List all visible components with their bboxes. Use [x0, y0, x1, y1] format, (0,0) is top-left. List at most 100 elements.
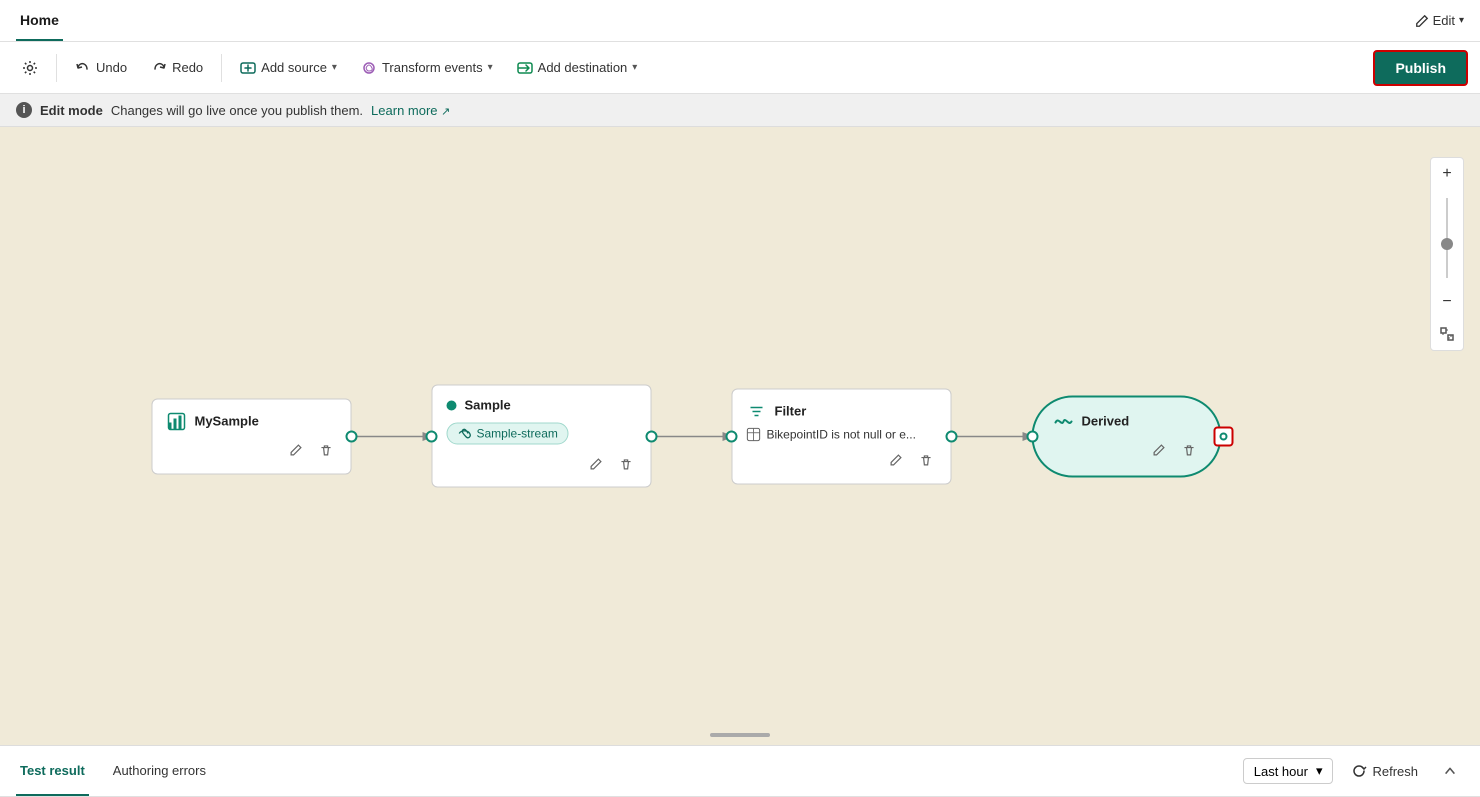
- add-destination-button[interactable]: Add destination ▾: [507, 54, 648, 82]
- canvas-scrollbar[interactable]: [710, 733, 770, 737]
- transform-chevron-icon: ▾: [488, 62, 493, 73]
- fit-view-button[interactable]: [1431, 318, 1463, 350]
- flow-container: MySample: [152, 385, 1222, 488]
- add-source-icon: [240, 60, 256, 76]
- node-sample-title: Sample: [465, 398, 511, 413]
- canvas[interactable]: + −: [0, 127, 1480, 745]
- node-mysample-title: MySample: [195, 414, 259, 429]
- add-destination-label: Add destination: [538, 60, 628, 75]
- refresh-button[interactable]: Refresh: [1341, 759, 1428, 783]
- zoom-in-button[interactable]: +: [1431, 158, 1463, 190]
- tab-bar: Home Edit ▾: [0, 0, 1480, 42]
- tab-authoring-errors[interactable]: Authoring errors: [109, 746, 210, 796]
- bottom-right-controls: Last hour ▾ Refresh: [1243, 757, 1464, 785]
- add-destination-icon: [517, 60, 533, 76]
- sample-dot-icon: [447, 400, 457, 410]
- redo-label: Redo: [172, 60, 203, 75]
- add-source-chevron-icon: ▾: [332, 62, 337, 73]
- zoom-in-label: +: [1442, 165, 1451, 183]
- pencil-icon: [1415, 14, 1429, 28]
- edit-button[interactable]: Edit ▾: [1415, 13, 1464, 28]
- zoom-thumb[interactable]: [1441, 238, 1453, 250]
- collapse-button[interactable]: [1436, 757, 1464, 785]
- external-link-icon: ↗: [441, 106, 450, 118]
- filter-port-out[interactable]: [946, 430, 958, 442]
- trash-icon: [619, 457, 632, 470]
- sample-stream-badge: Sample-stream: [447, 423, 569, 445]
- node-derived-title: Derived: [1082, 414, 1130, 429]
- edit-mode-label: Edit mode: [40, 103, 103, 118]
- pencil-icon: [1152, 444, 1165, 457]
- filter-condition-text: BikepointID is not null or e...: [767, 427, 916, 441]
- filter-port-in[interactable]: [726, 430, 738, 442]
- time-select[interactable]: Last hour ▾: [1243, 758, 1334, 784]
- undo-button[interactable]: Undo: [65, 54, 137, 82]
- learn-more-link[interactable]: Learn more ↗: [371, 103, 450, 118]
- node-filter[interactable]: Filter BikepointID is not null or e...: [732, 388, 952, 484]
- connector-1-svg: [352, 426, 432, 446]
- transform-events-button[interactable]: Transform events ▾: [351, 54, 503, 82]
- zoom-slider-container: [1446, 190, 1448, 286]
- gear-icon: [22, 60, 38, 76]
- settings-button[interactable]: [12, 54, 48, 82]
- mysample-port-out[interactable]: [346, 430, 358, 442]
- delete-derived-button[interactable]: [1178, 439, 1200, 461]
- zoom-out-button[interactable]: −: [1431, 286, 1463, 318]
- sample-port-out[interactable]: [646, 430, 658, 442]
- node-derived[interactable]: Derived: [1032, 395, 1222, 477]
- fit-icon: [1439, 326, 1455, 342]
- pencil-icon: [889, 454, 902, 467]
- info-icon: i: [16, 102, 32, 118]
- zoom-out-label: −: [1442, 293, 1451, 311]
- node-mysample-actions: [167, 439, 337, 461]
- time-chevron-icon: ▾: [1316, 763, 1323, 779]
- add-source-button[interactable]: Add source ▾: [230, 54, 347, 82]
- edit-derived-button[interactable]: [1148, 439, 1170, 461]
- edit-button-label: Edit: [1433, 13, 1455, 28]
- derived-port-in[interactable]: [1027, 430, 1039, 442]
- tab-home[interactable]: Home: [16, 0, 63, 41]
- connector-3-svg: [952, 426, 1032, 446]
- transform-events-label: Transform events: [382, 60, 483, 75]
- node-mysample-header: MySample: [167, 411, 337, 431]
- node-mysample[interactable]: MySample: [152, 398, 352, 474]
- edit-filter-button[interactable]: [885, 449, 907, 471]
- delete-mysample-button[interactable]: [315, 439, 337, 461]
- derived-port-out-red[interactable]: [1214, 426, 1234, 446]
- wave-icon: [1054, 411, 1074, 431]
- undo-icon: [75, 60, 91, 76]
- delete-filter-button[interactable]: [915, 449, 937, 471]
- sample-port-in[interactable]: [426, 430, 438, 442]
- tab-test-result-label: Test result: [20, 763, 85, 778]
- edit-sample-button[interactable]: [585, 453, 607, 475]
- learn-more-label: Learn more: [371, 103, 437, 118]
- node-filter-title: Filter: [775, 404, 807, 419]
- chart-icon: [167, 411, 187, 431]
- tab-home-label: Home: [20, 12, 59, 28]
- zoom-controls: + −: [1430, 157, 1464, 351]
- publish-label: Publish: [1395, 60, 1446, 76]
- node-sample[interactable]: Sample Sample-stream: [432, 385, 652, 488]
- redo-button[interactable]: Redo: [141, 54, 213, 82]
- node-filter-header: Filter: [747, 401, 937, 421]
- edit-banner: i Edit mode Changes will go live once yo…: [0, 94, 1480, 127]
- node-sample-header: Sample: [447, 398, 637, 413]
- tab-test-result[interactable]: Test result: [16, 746, 89, 796]
- edit-mysample-button[interactable]: [285, 439, 307, 461]
- filter-condition: BikepointID is not null or e...: [747, 427, 937, 441]
- chevron-up-icon: [1443, 764, 1457, 778]
- connector-1: [352, 426, 432, 446]
- filter-icon: [747, 401, 767, 421]
- chevron-down-icon: ▾: [1459, 15, 1464, 26]
- delete-sample-button[interactable]: [615, 453, 637, 475]
- trash-icon: [919, 454, 932, 467]
- refresh-icon: [1351, 763, 1367, 779]
- tab-authoring-errors-label: Authoring errors: [113, 763, 206, 778]
- bottom-panel: Test result Authoring errors Last hour ▾…: [0, 745, 1480, 797]
- publish-button[interactable]: Publish: [1373, 50, 1468, 86]
- connector-3: [952, 426, 1032, 446]
- pencil-icon: [589, 457, 602, 470]
- redo-icon: [151, 60, 167, 76]
- divider-1: [56, 54, 57, 82]
- zoom-track[interactable]: [1446, 198, 1448, 278]
